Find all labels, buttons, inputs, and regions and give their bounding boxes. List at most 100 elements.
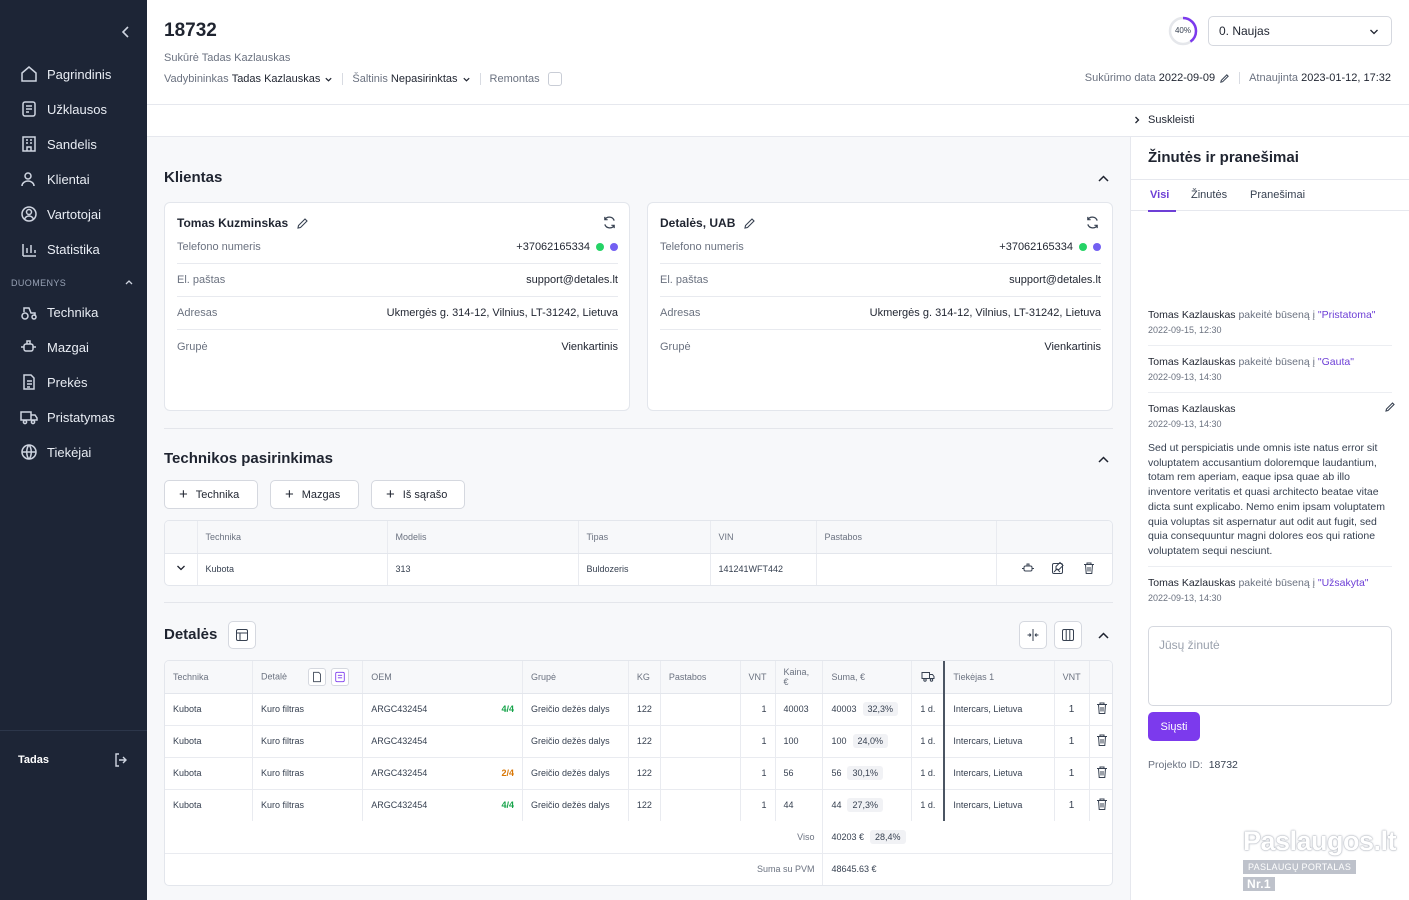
cell-tiekejas[interactable]: Intercars, Lietuva <box>943 757 1055 790</box>
trash-icon[interactable] <box>1095 765 1109 779</box>
sidebar-item-klientai[interactable]: Klientai <box>20 167 90 191</box>
trash-icon[interactable] <box>1095 701 1109 715</box>
pencil-icon[interactable] <box>1384 401 1396 413</box>
tab-visi[interactable]: Visi <box>1150 189 1169 201</box>
chevron-up-icon[interactable] <box>1097 453 1110 466</box>
sidebar-item-prekes[interactable]: Prekės <box>20 370 87 394</box>
column-header[interactable]: OEM <box>362 661 524 694</box>
phone-value[interactable]: +37062165334 <box>999 241 1073 253</box>
collapse-panel-button[interactable]: Suskleisti <box>1132 114 1194 126</box>
pencil-icon[interactable] <box>743 217 756 230</box>
chevron-up-icon[interactable] <box>124 277 134 287</box>
sidebar-item-mazgai[interactable]: Mazgai <box>20 335 89 359</box>
split-columns-button[interactable] <box>1019 621 1047 649</box>
sidebar-item-vartotojai[interactable]: Vartotojai <box>20 202 101 226</box>
sidebar-item-tiekejai[interactable]: Tiekėjai <box>20 440 91 464</box>
column-header[interactable]: Suma, € <box>822 661 913 694</box>
column-header[interactable]: VNT <box>1054 661 1090 694</box>
add-from-list-button[interactable]: + Iš sąrašo <box>371 480 465 509</box>
email-value[interactable]: support@detales.lt <box>1009 274 1101 286</box>
status-select[interactable]: 0. Naujas <box>1208 16 1392 46</box>
refresh-icon[interactable] <box>1085 215 1100 230</box>
column-header[interactable]: VNT <box>740 661 776 694</box>
sidebar-item-statistika[interactable]: Statistika <box>20 237 100 261</box>
whatsapp-icon[interactable] <box>596 243 604 251</box>
cell-tiekejas[interactable]: Intercars, Lietuva <box>943 789 1055 821</box>
trash-icon[interactable] <box>1082 561 1096 575</box>
phone-value[interactable]: +37062165334 <box>516 241 590 253</box>
cell-pastabos[interactable] <box>660 757 741 790</box>
chevron-up-icon[interactable] <box>1097 629 1110 642</box>
document-edit-icon[interactable] <box>307 667 326 686</box>
column-header[interactable]: Technika <box>197 521 388 554</box>
viber-icon[interactable] <box>1093 243 1101 251</box>
message-input[interactable]: Jūsų žinutė <box>1148 626 1392 706</box>
column-header[interactable]: Tipas <box>578 521 711 554</box>
edit-image-icon[interactable] <box>1051 561 1065 575</box>
manager-select[interactable]: Tadas Kazlauskas <box>232 73 334 85</box>
cell-pastabos[interactable] <box>660 789 741 821</box>
refresh-icon[interactable] <box>602 215 617 230</box>
table-row[interactable]: Kubota 313 Buldozeris 141241WFT442 <box>165 553 1112 585</box>
add-technika-button[interactable]: + Technika <box>164 480 258 509</box>
column-header[interactable]: Kaina, € <box>775 661 824 694</box>
chevron-up-icon[interactable] <box>1097 172 1110 185</box>
email-value[interactable]: support@detales.lt <box>526 274 618 286</box>
trash-icon[interactable] <box>1095 733 1109 747</box>
whatsapp-icon[interactable] <box>1079 243 1087 251</box>
pencil-icon[interactable] <box>296 217 309 230</box>
columns-button[interactable] <box>1054 621 1082 649</box>
note-icon[interactable] <box>331 667 350 686</box>
cell-tiekejas[interactable]: Intercars, Lietuva <box>943 725 1055 758</box>
tab-pranesimai[interactable]: Pranešimai <box>1250 189 1305 201</box>
logout-icon[interactable] <box>113 752 129 768</box>
table-row[interactable]: Kubota Kuro filtras ARGC432454 4/4 Greičio d… <box>165 789 1112 821</box>
table-settings-button[interactable] <box>228 621 256 649</box>
trash-icon[interactable] <box>1095 797 1109 811</box>
chevron-down-icon[interactable] <box>176 563 186 573</box>
column-header[interactable]: Modelis <box>387 521 579 554</box>
cell-kaina[interactable]: 44 <box>775 789 824 821</box>
engine-icon[interactable] <box>1021 561 1035 575</box>
column-header[interactable]: Pastabos <box>816 521 997 554</box>
cell-vnt2[interactable]: 1 <box>1054 789 1090 821</box>
column-header[interactable]: VIN <box>710 521 817 554</box>
cell-vnt[interactable]: 1 <box>740 757 776 790</box>
sidebar-item-uzklausos[interactable]: Užklausos <box>20 97 107 121</box>
cell-vnt[interactable]: 1 <box>740 725 776 758</box>
add-mazgas-button[interactable]: + Mazgas <box>270 480 359 509</box>
column-header[interactable]: Technika <box>165 661 253 694</box>
column-header[interactable]: KG <box>628 661 661 694</box>
tab-zinutes[interactable]: Žinutės <box>1191 189 1227 201</box>
source-select[interactable]: Nepasirinktas <box>391 73 471 85</box>
column-header[interactable]: Pastabos <box>660 661 741 694</box>
table-row[interactable]: Kubota Kuro filtras ARGC432454 Greičio dežė… <box>165 725 1112 758</box>
cell-vnt2[interactable]: 1 <box>1054 757 1090 790</box>
table-row[interactable]: Kubota Kuro filtras ARGC432454 4/4 Greičio d… <box>165 693 1112 726</box>
field-label: El. paštas <box>660 274 709 286</box>
pencil-icon[interactable] <box>1219 73 1230 84</box>
sidebar-item-sandelis[interactable]: Sandelis <box>20 132 97 156</box>
cell-vnt2[interactable]: 1 <box>1054 693 1090 726</box>
cell-kaina[interactable]: 56 <box>775 757 824 790</box>
sidebar-item-pagrindinis[interactable]: Pagrindinis <box>20 62 111 86</box>
cell-tiekejas[interactable]: Intercars, Lietuva <box>943 693 1055 726</box>
chevron-left-icon[interactable] <box>118 24 134 40</box>
cell-vnt2[interactable]: 1 <box>1054 725 1090 758</box>
cell-pastabos[interactable] <box>660 725 741 758</box>
table-row[interactable]: Kubota Kuro filtras ARGC432454 2/4 Greičio d… <box>165 757 1112 790</box>
send-button[interactable]: Siųsti <box>1148 712 1200 741</box>
stock-badge: 2/4 <box>501 768 515 778</box>
cell-vnt[interactable]: 1 <box>740 789 776 821</box>
column-header[interactable]: Tiekėjas 1 <box>943 661 1055 694</box>
repair-checkbox[interactable] <box>547 72 562 86</box>
column-header[interactable]: Grupė <box>522 661 629 694</box>
viber-icon[interactable] <box>610 243 618 251</box>
column-header[interactable]: Detalė <box>252 661 364 694</box>
cell-kaina[interactable]: 100 <box>775 725 824 758</box>
sidebar-item-pristatymas[interactable]: Pristatymas <box>20 405 115 429</box>
cell-kaina[interactable]: 40003 <box>775 693 824 726</box>
cell-vnt[interactable]: 1 <box>740 693 776 726</box>
cell-pastabos[interactable] <box>660 693 741 726</box>
sidebar-item-technika[interactable]: Technika <box>20 300 98 324</box>
